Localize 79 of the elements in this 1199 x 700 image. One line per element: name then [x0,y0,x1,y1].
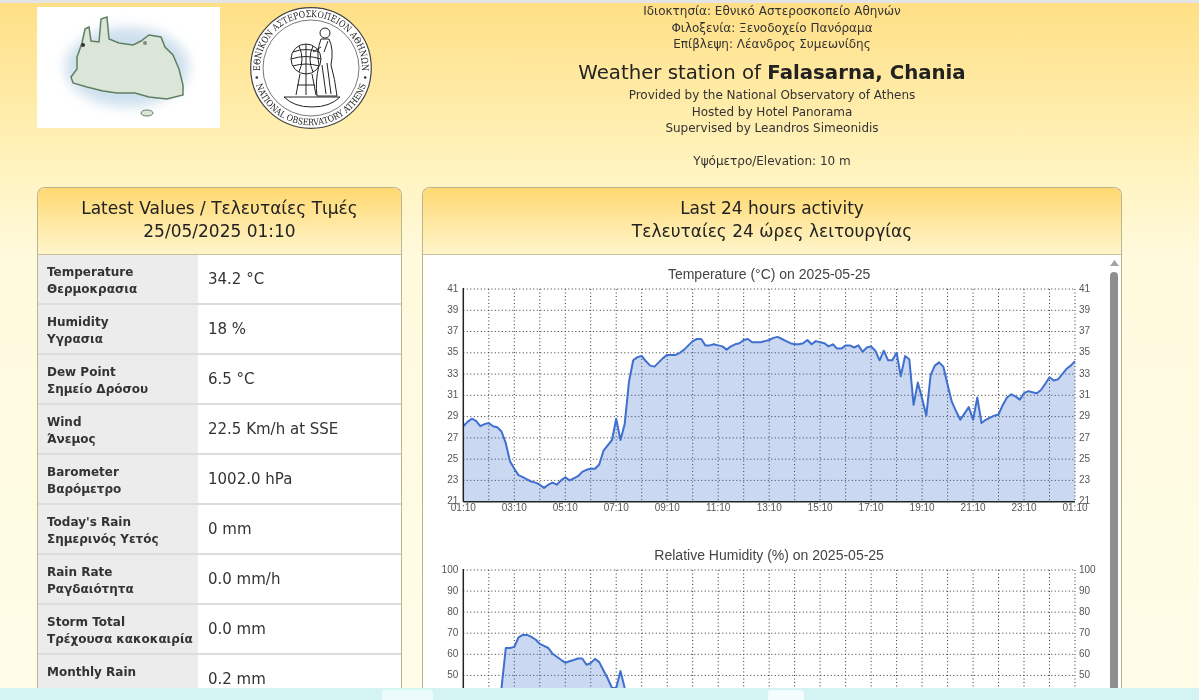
label-greek: Τρέχουσα κακοκαιρία [47,631,193,648]
axis-label: 37 [447,325,459,337]
footer-segment [768,690,804,700]
panel-subtitle: Τελευταίες 24 ώρες λειτουργίας [631,220,913,243]
label-english: Barometer [47,464,119,481]
axis-label: 03:10 [501,502,527,514]
axis-label: 15:10 [807,502,833,514]
label-english: Humidity [47,314,109,331]
axis-label: 41 [447,282,459,294]
scrollbar-thumb[interactable] [1110,272,1118,688]
label-english: Temperature [47,264,134,281]
axis-label: 41 [1079,282,1091,294]
axis-label: 100 [1079,563,1096,575]
label-greek: Ραγδαιότητα [47,581,134,598]
axis-label: 29 [1079,410,1091,422]
axis-label: 09:10 [654,502,680,514]
axis-label: 50 [1079,669,1091,681]
axis-label: 27 [1079,431,1091,443]
axis-label: 70 [447,626,459,638]
axis-label: 60 [1079,647,1091,659]
panel-title: Latest Values / Τελευταίες Τιμές [81,197,358,220]
label-english: Rain Rate [47,564,113,581]
panel-title: Last 24 hours activity [680,197,864,220]
label-greek: Άνεμος [47,431,96,448]
label-greek: Σημερινός Υετός [47,531,159,548]
axis-label: 31 [1079,388,1091,400]
elevation-text: Υψόμετρο/Elevation: 10 m [693,153,851,170]
info-line: Supervised by Leandros Simeonidis [665,120,879,137]
label-english: Storm Total [47,614,125,631]
axis-label: 39 [1079,303,1091,315]
scroll-up-arrow[interactable] [1109,260,1119,266]
axis-label: 37 [1079,325,1091,337]
info-line: Ιδιοκτησία: Εθνικό Αστεροσκοπείο Αθηνών [643,3,901,20]
axis-label: 17:10 [858,502,884,514]
label-english: Wind [47,414,82,431]
axis-label: 23 [447,474,459,486]
axis-label: 35 [447,346,459,358]
chart-title: Relative Humidity (%) on 2025-05-25 [654,546,884,563]
panel-timestamp: 25/05/2025 01:10 [143,220,296,243]
axis-label: 90 [1079,584,1091,596]
label-english: Monthly Rain [47,664,137,681]
chart-title: Temperature (°C) on 2025-05-25 [667,265,871,282]
axis-label: 35 [1079,346,1091,358]
axis-label: 80 [447,605,459,617]
axis-label: 31 [447,388,459,400]
axis-label: 70 [1079,626,1091,638]
axis-label: 29 [447,410,459,422]
axis-label: 50 [447,669,459,681]
axis-label: 100 [441,563,459,575]
info-line: Επίβλεψη: Λέανδρος Συμεωνίδης [673,36,871,53]
axis-label: 07:10 [603,502,629,514]
label-english: Today's Rain [47,514,131,531]
info-line: Hosted by Hotel Panorama [691,103,853,120]
axis-label: 25 [1079,452,1091,464]
label-english: Dew Point [47,364,116,381]
label-greek: Υγρασια [47,331,103,348]
axis-label: 11:10 [706,502,731,514]
axis-label: 23:10 [1011,502,1037,514]
axis-label: 01:10 [450,502,476,514]
label-greek: Βαρόμετρο [47,481,122,498]
axis-label: 27 [447,431,459,443]
station-title: Weather station of Falasarna, Chania [578,60,966,86]
axis-label: 05:10 [552,502,578,514]
axis-label: 19:10 [909,502,935,514]
axis-label: 80 [1079,605,1091,617]
axis-label: 33 [447,367,459,379]
axis-label: 90 [447,584,459,596]
axis-label: 33 [1079,367,1091,379]
axis-label: 39 [447,303,459,315]
axis-label: 23 [1079,474,1091,486]
info-line: Provided by the National Observatory of Athens [628,87,916,104]
axis-label: 21:10 [960,502,986,514]
axis-label: 60 [447,647,459,659]
axis-label: 25 [447,452,459,464]
footer-segment [382,690,433,700]
label-greek: Σημείο Δρόσου [47,381,149,398]
axis-label: 13:10 [756,502,782,514]
info-line: Φιλοξενία: Ξενοδοχείο Πανόραμα [671,19,873,36]
label-greek: Θερμοκρασια [47,281,138,298]
